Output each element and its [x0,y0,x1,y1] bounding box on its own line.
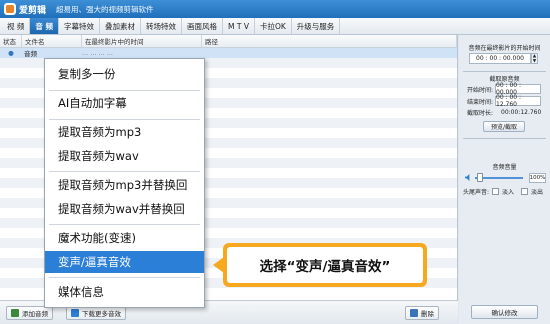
tab-transition[interactable]: 转场特效 [141,18,183,34]
tab-subtitle-effects[interactable]: 字幕特效 [59,18,101,34]
tab-audio[interactable]: 音 频 [30,18,60,34]
menu-item-extract-wav-replace[interactable]: 提取音频为wav并替换回 [45,198,204,220]
start-time-input[interactable]: 00 : 00 : 00.000 [469,53,531,64]
clip-end-input[interactable]: 00 : 00 : 12.760 [495,94,541,108]
row-details: ... ... ... ... [82,49,113,57]
audio-settings-panel: 音频在最终影片的开始时间 00 : 00 : 00.000 ▲ ▼ 截取原音频 开… [459,35,550,324]
menu-separator [49,224,200,225]
callout-text: 选择“变声/逼真音效” [227,247,423,283]
add-audio-button[interactable]: 添加音频 [6,306,53,320]
divider [463,71,546,72]
tab-karaoke[interactable]: 卡拉OK [255,18,292,34]
divider [463,138,546,139]
tab-overlay[interactable]: 叠加素材 [100,18,142,34]
title-bar: 爱剪辑 超易用、强大的视频剪辑软件 [0,0,550,18]
speaker-icon [465,174,470,181]
status-dot-icon: ● [8,49,14,57]
menu-item-ai-subtitles[interactable]: AI自动加字幕 [45,92,204,114]
column-time[interactable]: 在最终影片中的时间 [82,35,202,47]
clip-start-label: 开始时间: [467,86,494,94]
callout-frame: 选择“变声/逼真音效” [223,243,427,287]
column-path[interactable]: 路径 [202,35,457,47]
row-filename: 音频 [24,50,37,58]
menu-separator [49,171,200,172]
menu-item-media-info[interactable]: 媒体信息 [45,281,204,303]
add-audio-icon [11,309,19,317]
tab-upgrade-service[interactable]: 升级与服务 [292,18,341,34]
menu-item-extract-wav[interactable]: 提取音频为wav [45,145,204,167]
clip-duration-value: 00:00:12.760 [501,109,542,116]
tab-style[interactable]: 画面风格 [182,18,224,34]
column-filename[interactable]: 文件名 [22,35,82,47]
preview-clip-button[interactable]: 预览/截取 [483,121,525,132]
table-row[interactable]: ● 音频 ... ... ... ... [0,48,457,58]
tab-mtv[interactable]: M T V [223,18,255,34]
start-time-spinner[interactable]: ▲ ▼ [531,53,538,64]
app-logo-icon [4,3,16,15]
menu-item-magic-speed[interactable]: 魔术功能(变速) [45,227,204,249]
volume-percent-field[interactable]: 100% [529,173,546,183]
fade-in-label: 淡入 [502,189,515,196]
menu-item-voice-effects[interactable]: 变声/逼真音效 [45,251,204,273]
delete-label: 删除 [421,310,434,318]
menu-item-duplicate[interactable]: 复制多一份 [45,63,204,85]
confirm-changes-button[interactable]: 确认修改 [471,305,538,319]
app-title: 爱剪辑 [19,5,47,16]
menu-separator [49,119,200,120]
fade-options: 头尾声音: 淡入 淡出 [463,187,543,196]
instruction-callout: 选择“变声/逼真音效” [213,243,427,287]
fade-in-checkbox[interactable] [492,188,500,195]
clip-duration-row: 截取时长: 00:00:12.760 [467,108,547,117]
clip-end-label: 结束时间: [467,98,494,106]
download-audio-label: 下载更多音效 [82,310,121,318]
clip-start-input[interactable]: 00 : 00 : 00.000 [495,82,541,96]
clip-start-row: 开始时间: 00 : 00 : 00.000 [467,82,547,96]
clip-end-row: 结束时间: 00 : 00 : 12.760 [467,94,547,108]
menu-separator [49,277,200,278]
menu-item-extract-mp3-replace[interactable]: 提取音频为mp3并替换回 [45,174,204,196]
column-status[interactable]: 状态 [0,35,22,47]
menu-separator [49,90,200,91]
delete-button[interactable]: 删除 [405,306,439,320]
fade-out-label: 淡出 [531,189,544,196]
trash-icon [410,309,418,317]
menu-item-extract-mp3[interactable]: 提取音频为mp3 [45,121,204,143]
download-icon [71,309,79,317]
volume-slider-handle[interactable] [477,173,483,182]
table-header: 状态 文件名 在最终影片中的时间 路径 [0,35,457,48]
clip-duration-label: 截取时长: [467,110,494,117]
download-audio-button[interactable]: 下载更多音效 [66,306,126,320]
main-tab-bar: 视 频 音 频 字幕特效 叠加素材 转场特效 画面风格 M T V 卡拉OK 升… [0,18,550,35]
tab-video[interactable]: 视 频 [2,18,31,34]
add-audio-label: 添加音频 [22,310,48,318]
fade-out-checkbox[interactable] [521,188,529,195]
fade-label: 头尾声音: [463,189,490,196]
volume-title: 音频音量 [492,164,517,171]
start-time-title: 音频在最终影片的开始时间 [468,45,541,52]
app-slogan: 超易用、强大的视频剪辑软件 [56,4,154,14]
context-menu: 复制多一份 AI自动加字幕 提取音频为mp3 提取音频为wav 提取音频为mp3… [44,58,205,308]
